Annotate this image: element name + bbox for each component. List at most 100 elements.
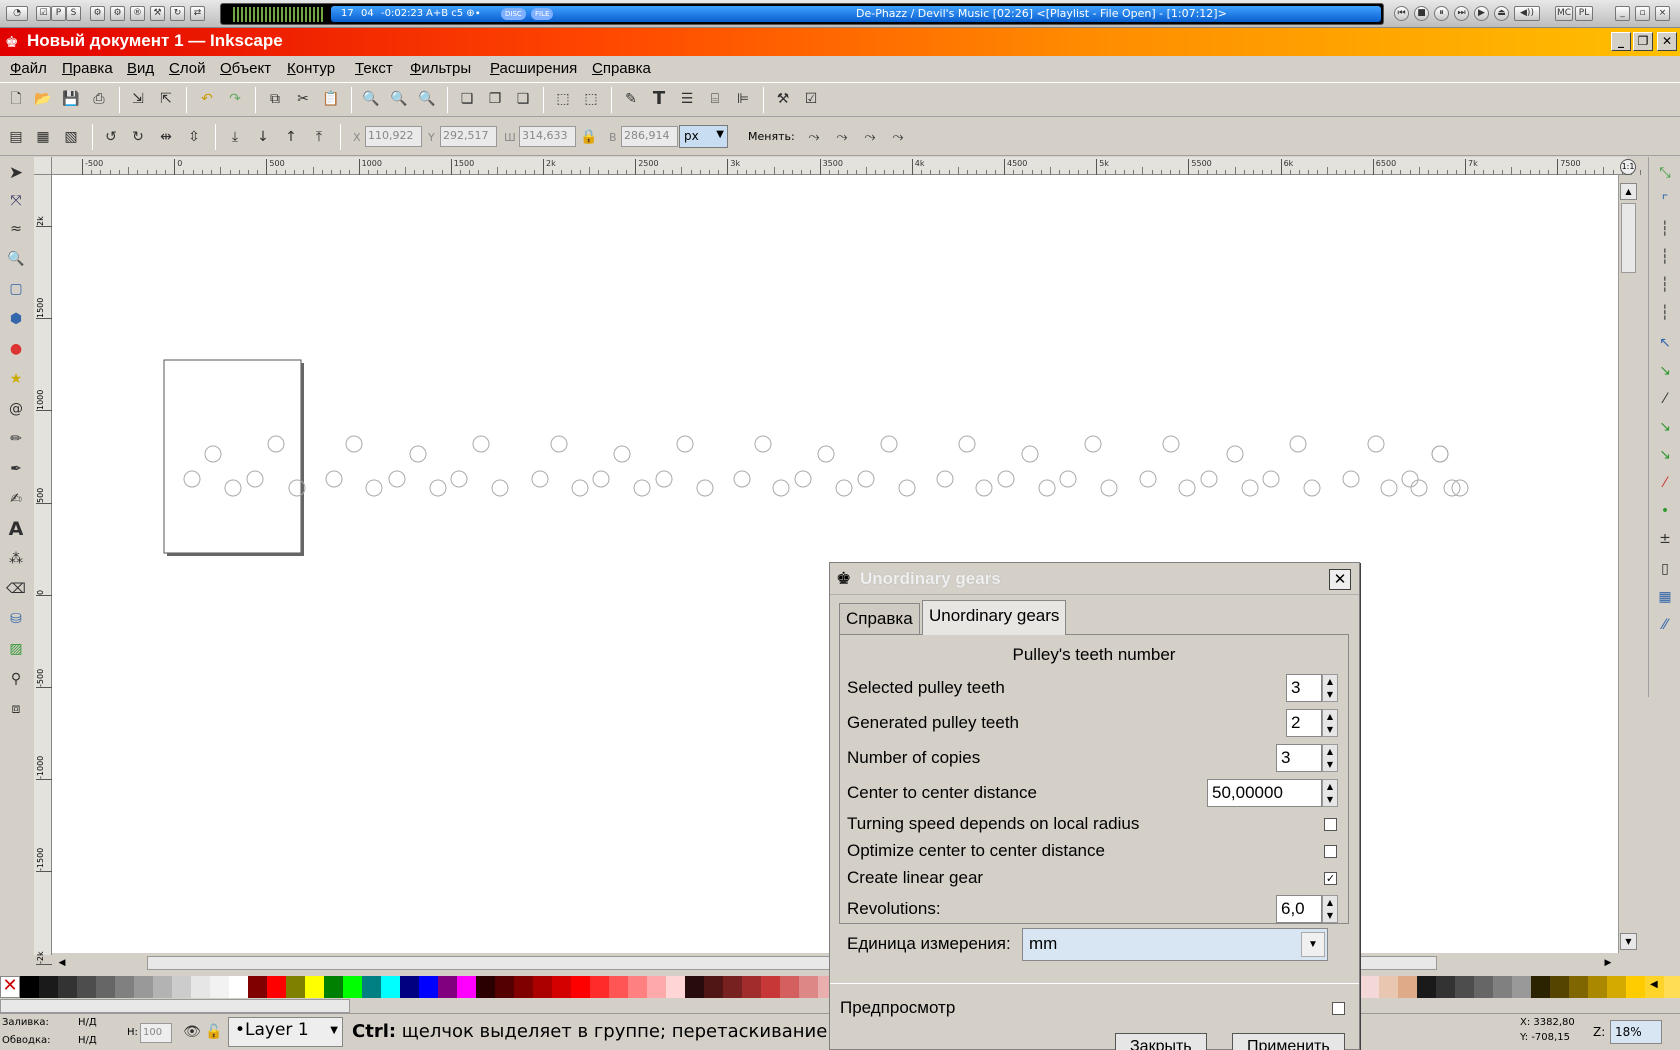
lower-icon[interactable]: ↓	[253, 127, 273, 147]
document-properties-icon[interactable]: ☑	[801, 89, 821, 109]
select-all-icon[interactable]: ▤	[6, 127, 26, 147]
color-swatch[interactable]	[1379, 976, 1398, 998]
color-swatch[interactable]	[799, 976, 818, 998]
cut-icon[interactable]: ✂	[293, 89, 313, 109]
unlink-clone-icon[interactable]: ❑	[513, 89, 533, 109]
scale-stroke-icon[interactable]: ⤳	[804, 127, 824, 147]
close-dialog-button[interactable]: Закрыть	[1115, 1033, 1207, 1050]
linear-gear-checkbox[interactable]: ✓	[1324, 872, 1337, 885]
color-swatch[interactable]	[419, 976, 438, 998]
selected-teeth-input[interactable]: 3	[1286, 674, 1322, 702]
color-swatch[interactable]	[305, 976, 324, 998]
y-input[interactable]: 292,517	[440, 126, 497, 147]
dropper-tool-icon[interactable]: ⚲	[6, 669, 26, 689]
color-swatch[interactable]	[58, 976, 77, 998]
spray-tool-icon[interactable]: ⁂	[6, 549, 26, 569]
generated-teeth-stepper[interactable]: ▲ ▼	[1322, 709, 1338, 737]
snap-rotation-icon[interactable]: ±	[1655, 529, 1675, 549]
scroll-right-icon[interactable]: ▶	[1600, 955, 1616, 971]
color-swatch[interactable]	[1398, 976, 1417, 998]
next-icon[interactable]: ⏭	[1454, 6, 1469, 21]
player-minimize-icon[interactable]: _	[1615, 6, 1630, 21]
color-swatch[interactable]	[229, 976, 248, 998]
tab-help[interactable]: Справка	[839, 603, 920, 635]
linear-gear-teeth[interactable]	[183, 435, 1469, 497]
ungroup-icon[interactable]: ⬚	[581, 89, 601, 109]
align-icon[interactable]: ⊫	[733, 89, 753, 109]
color-swatch[interactable]	[476, 976, 495, 998]
open-icon[interactable]: 📂	[33, 89, 53, 109]
new-document-icon[interactable]: 🗋	[6, 89, 26, 109]
duplicate-icon[interactable]: ❏	[457, 89, 477, 109]
unit-select[interactable]: px ▼	[679, 125, 728, 148]
paste-icon[interactable]: 📋	[321, 89, 341, 109]
copies-stepper[interactable]: ▲ ▼	[1322, 744, 1338, 772]
player-check-icon[interactable]: ☑	[36, 6, 51, 21]
color-swatch[interactable]	[666, 976, 685, 998]
w-input[interactable]: 314,633	[519, 126, 576, 147]
color-swatch[interactable]	[533, 976, 552, 998]
color-swatch[interactable]	[267, 976, 286, 998]
volume-icon[interactable]: ◀))	[1514, 6, 1540, 21]
color-swatch[interactable]	[647, 976, 666, 998]
optimize-distance-checkbox[interactable]	[1324, 845, 1337, 858]
snap-bbox-icon[interactable]: ⌜	[1655, 191, 1675, 211]
bucket-tool-icon[interactable]: ⛁	[6, 609, 26, 629]
menu-object[interactable]: Объект	[220, 60, 271, 77]
snap-page-icon[interactable]: ▯	[1655, 559, 1675, 579]
opacity-input[interactable]: 100	[140, 1023, 172, 1043]
spiral-tool-icon[interactable]: @	[6, 399, 26, 419]
snap-grid-icon[interactable]: ▦	[1655, 587, 1675, 607]
minimize-button[interactable]: _	[1611, 32, 1631, 51]
transform-gradients-icon[interactable]: ⤳	[860, 127, 880, 147]
pencil-tool-icon[interactable]: ✏	[6, 429, 26, 449]
color-swatch[interactable]	[1474, 976, 1493, 998]
maximize-button[interactable]: ❐	[1633, 32, 1653, 51]
scale-corners-icon[interactable]: ⤳	[832, 127, 852, 147]
color-swatch[interactable]	[514, 976, 533, 998]
unit-dropdown[interactable]: mm ▼	[1022, 928, 1328, 961]
color-swatch[interactable]	[704, 976, 723, 998]
player-record-icon[interactable]: ®	[130, 6, 145, 21]
dialog-close-button[interactable]: ✕	[1329, 569, 1351, 590]
lower-bottom-icon[interactable]: ⤓	[225, 127, 245, 147]
color-swatch[interactable]	[1664, 976, 1680, 998]
generated-teeth-input[interactable]: 2	[1286, 709, 1322, 737]
vscroll-thumb[interactable]	[1621, 203, 1636, 273]
menu-filters[interactable]: Фильтры	[410, 60, 471, 77]
color-swatch[interactable]	[77, 976, 96, 998]
selected-teeth-stepper[interactable]: ▲ ▼	[1322, 674, 1338, 702]
close-button[interactable]: ✕	[1657, 32, 1677, 51]
tab-unordinary-gears[interactable]: Unordinary gears	[922, 600, 1067, 635]
color-swatch[interactable]	[381, 976, 400, 998]
color-swatch[interactable]	[1360, 976, 1379, 998]
color-swatch[interactable]	[495, 976, 514, 998]
revolutions-input[interactable]: 6,0	[1276, 895, 1322, 923]
import-icon[interactable]: ⇲	[128, 89, 148, 109]
color-swatch[interactable]	[723, 976, 742, 998]
color-swatch[interactable]	[39, 976, 58, 998]
snap-path-icon[interactable]: ↘	[1655, 361, 1675, 381]
color-swatch[interactable]	[153, 976, 172, 998]
snap-enable-icon[interactable]: ⤡	[1655, 163, 1675, 183]
color-swatch[interactable]	[248, 976, 267, 998]
eject-icon[interactable]: ⏏	[1494, 6, 1509, 21]
color-swatch[interactable]	[20, 976, 39, 998]
player-shuffle-icon[interactable]: ⇄	[190, 6, 205, 21]
menu-edit[interactable]: Правка	[62, 60, 113, 77]
color-swatch[interactable]	[590, 976, 609, 998]
copies-input[interactable]: 3	[1276, 744, 1322, 772]
turning-speed-checkbox[interactable]	[1324, 818, 1337, 831]
3d-box-tool-icon[interactable]: ⬢	[6, 309, 26, 329]
flip-vertical-icon[interactable]: ⇳	[184, 127, 204, 147]
stop-icon[interactable]: ■	[1414, 6, 1429, 21]
group-icon[interactable]: ⬚	[553, 89, 573, 109]
play-icon[interactable]: ▶	[1474, 6, 1489, 21]
color-swatch[interactable]	[1417, 976, 1436, 998]
x-input[interactable]: 110,922	[365, 126, 422, 147]
preferences-icon[interactable]: ⚒	[773, 89, 793, 109]
zoom-page-icon[interactable]: 🔍	[417, 89, 437, 109]
color-swatch[interactable]	[400, 976, 419, 998]
color-swatch[interactable]	[571, 976, 590, 998]
menu-view[interactable]: Вид	[127, 60, 154, 77]
